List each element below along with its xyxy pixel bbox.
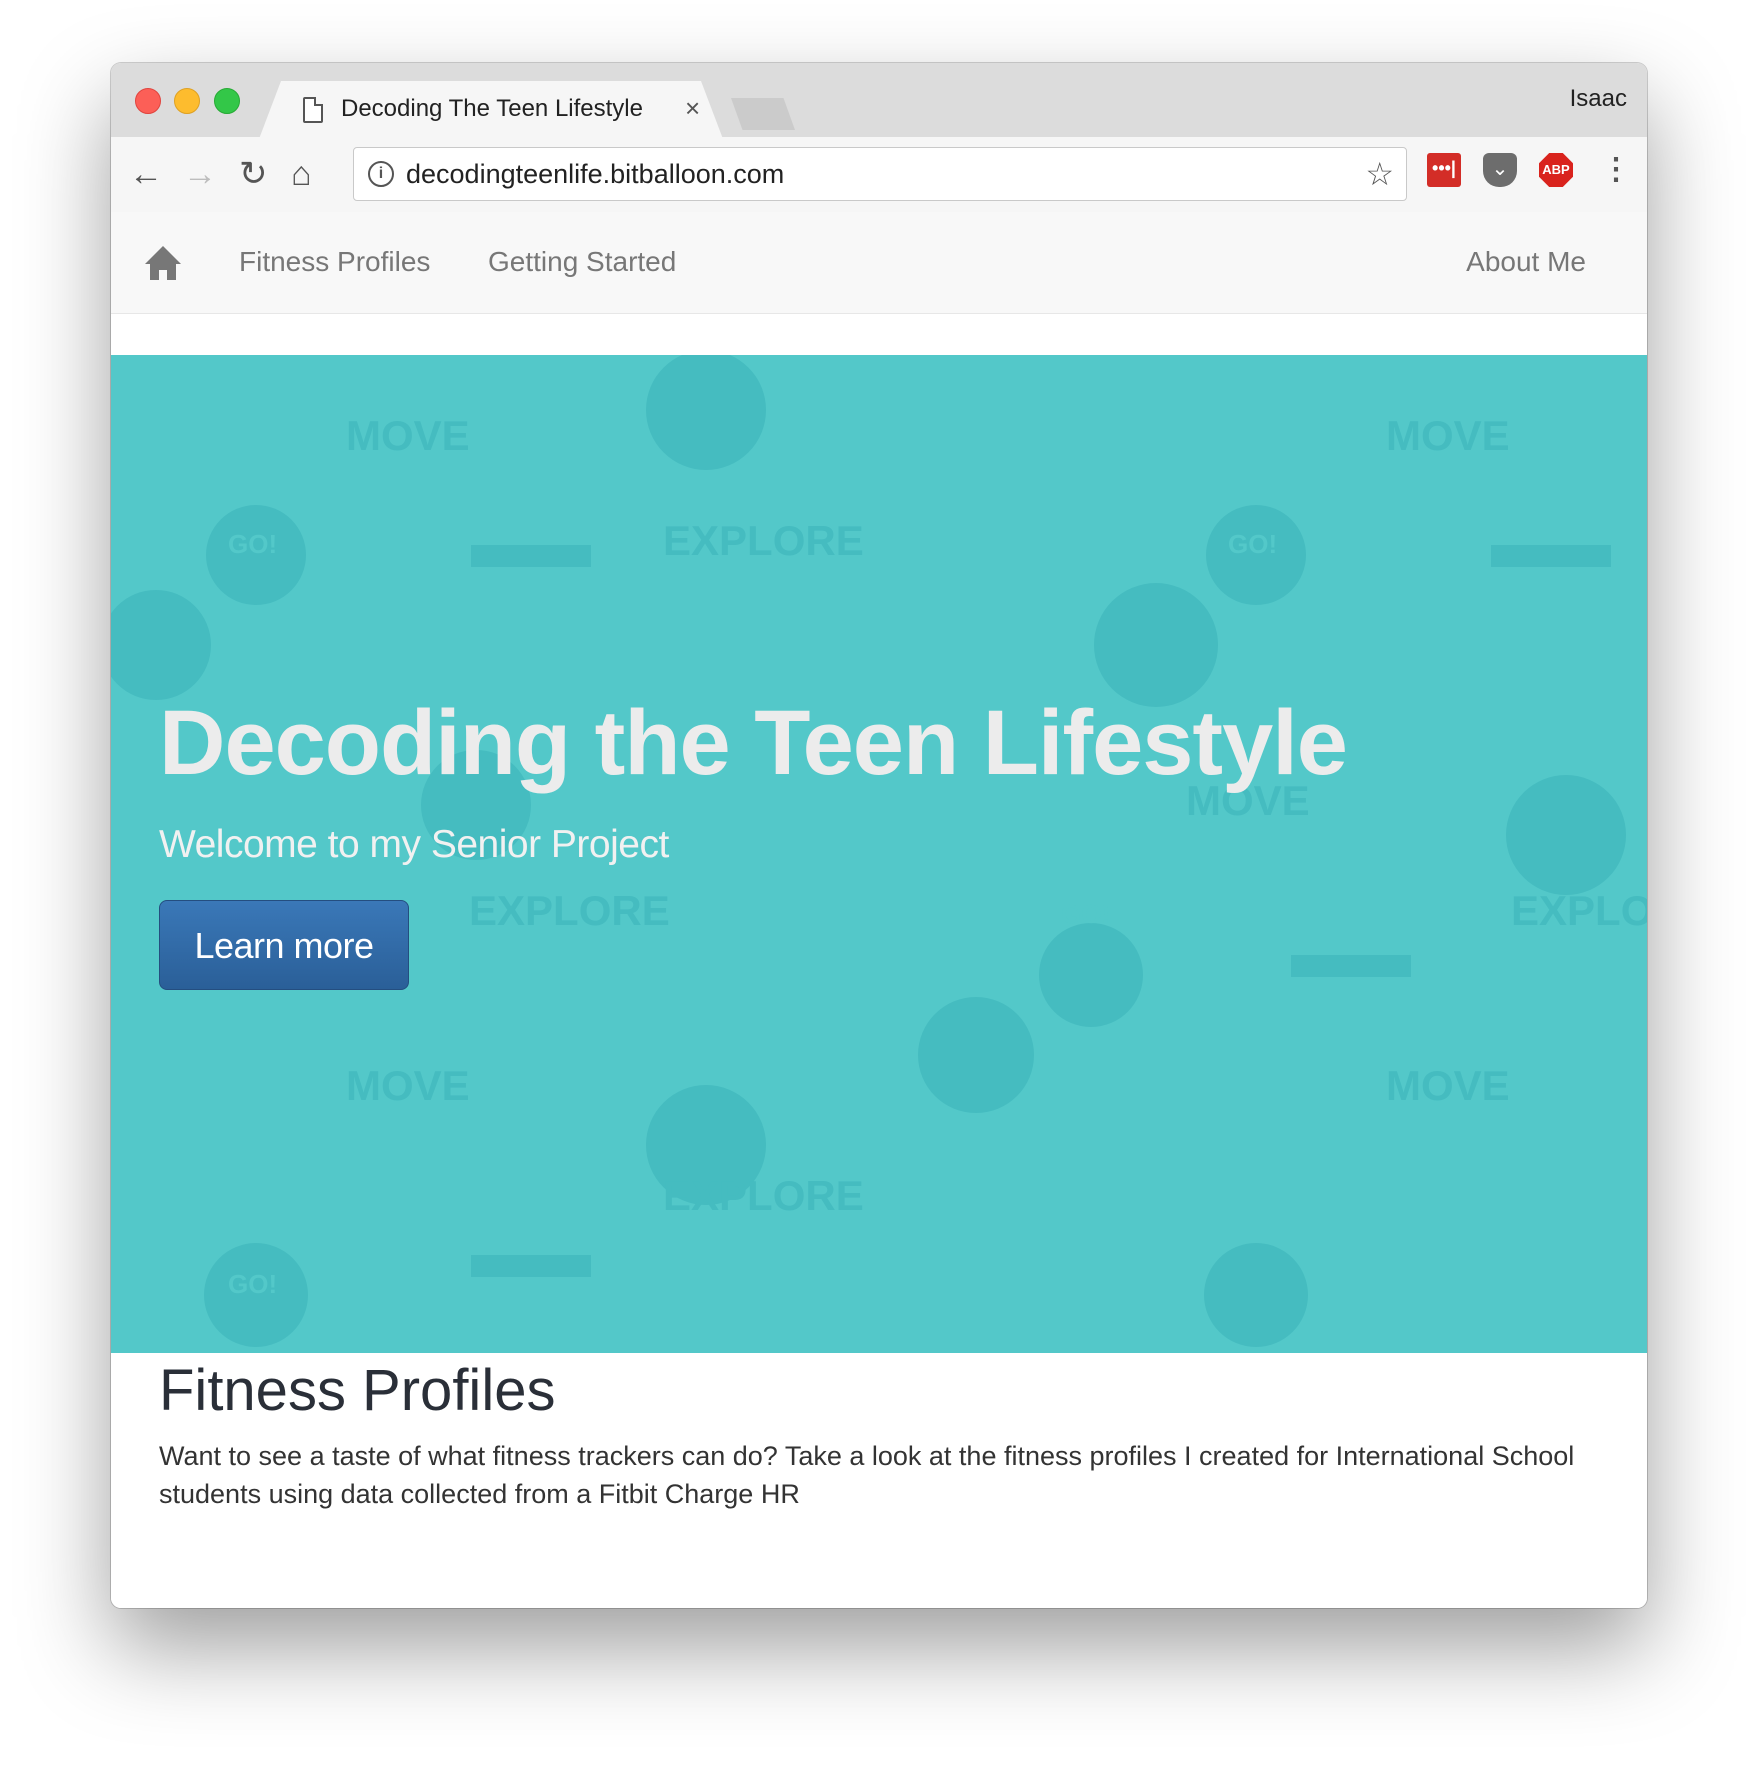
- pattern-word: GO!: [228, 1269, 277, 1299]
- browser-menu-icon[interactable]: ⋮: [1601, 155, 1631, 185]
- nav-about-me[interactable]: About Me: [1466, 246, 1586, 278]
- pattern-word: GO!: [1061, 899, 1110, 929]
- learn-more-button[interactable]: Learn more: [159, 900, 409, 990]
- site-navbar: Fitness Profiles Getting Started About M…: [111, 212, 1647, 314]
- info-icon[interactable]: i: [368, 161, 394, 187]
- pattern-word: EXPLORE: [663, 517, 864, 564]
- section-title: Fitness Profiles: [159, 1358, 556, 1423]
- lastpass-extension-icon[interactable]: •••|: [1427, 153, 1461, 187]
- pocket-extension-icon[interactable]: ⌄: [1483, 153, 1517, 187]
- url-text[interactable]: decodingteenlife.bitballoon.com: [406, 159, 784, 190]
- browser-tab[interactable]: Decoding The Teen Lifestyle ×: [259, 81, 723, 139]
- tab-close-icon[interactable]: ×: [685, 93, 700, 124]
- hero-subtitle: Welcome to my Senior Project: [159, 823, 669, 866]
- new-tab-button[interactable]: [731, 98, 795, 130]
- hero-banner: MOVE MOVE MOVE MOVE MOVE EXPLORE EXPLORE…: [111, 355, 1647, 1353]
- pattern-word: MOVE: [1386, 1062, 1510, 1109]
- section-description: Want to see a taste of what fitness trac…: [159, 1441, 1575, 1509]
- close-window-button[interactable]: [135, 88, 161, 114]
- pattern-word: MOVE: [346, 1062, 470, 1109]
- forward-arrow-icon[interactable]: →: [183, 157, 217, 191]
- back-arrow-icon[interactable]: ←: [129, 157, 163, 191]
- browser-window: Decoding The Teen Lifestyle × Isaac ← → …: [111, 63, 1647, 1608]
- pattern-word: EXPLORE: [663, 1172, 864, 1219]
- hero-title: Decoding the Teen Lifestyle: [159, 692, 1348, 794]
- reload-icon[interactable]: ↻: [239, 157, 268, 191]
- bookmark-star-icon[interactable]: ☆: [1365, 155, 1394, 193]
- tab-title: Decoding The Teen Lifestyle: [341, 95, 643, 122]
- minimize-window-button[interactable]: [174, 88, 200, 114]
- page-icon: [303, 97, 323, 123]
- title-bar: Decoding The Teen Lifestyle × Isaac: [111, 63, 1647, 137]
- home-icon[interactable]: ⌂: [291, 157, 312, 191]
- zoom-window-button[interactable]: [214, 88, 240, 114]
- nav-getting-started[interactable]: Getting Started: [488, 246, 676, 278]
- pattern-word: GO!: [1228, 529, 1277, 559]
- nav-fitness-profiles[interactable]: Fitness Profiles: [239, 246, 430, 278]
- profile-name[interactable]: Isaac: [1570, 85, 1627, 113]
- pattern-word: MOVE: [1386, 412, 1510, 459]
- pattern-word: EXPLORE: [469, 887, 670, 934]
- page-viewport: Fitness Profiles Getting Started About M…: [111, 212, 1647, 1608]
- house-icon[interactable]: [143, 244, 183, 282]
- adblock-extension-icon[interactable]: ABP: [1539, 153, 1573, 187]
- pattern-word: MOVE: [346, 412, 470, 459]
- pattern-word: GO!: [228, 529, 277, 559]
- address-bar[interactable]: i decodingteenlife.bitballoon.com ☆: [353, 147, 1407, 201]
- pattern-word: EXPLORE: [1511, 887, 1647, 934]
